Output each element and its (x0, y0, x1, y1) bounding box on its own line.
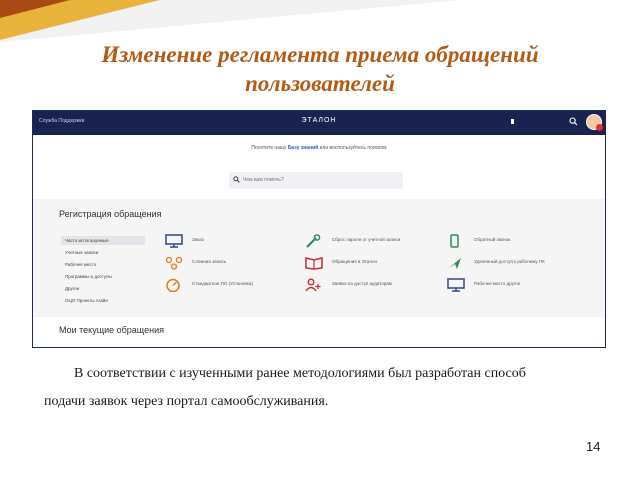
search-icon[interactable] (569, 117, 578, 126)
service-label: Заявка на доступ аудиторам (332, 281, 392, 286)
portal-search-box[interactable] (229, 172, 403, 189)
service-label: Обращения в Эталон (332, 259, 377, 264)
slide-body-text: В соответствии с изученными ранее методо… (44, 360, 604, 416)
notification-badge (596, 124, 603, 131)
wrench-icon (306, 234, 321, 248)
plane-icon (449, 258, 461, 269)
book-icon (305, 257, 323, 270)
slide-title: Изменение регламента приема обращений по… (40, 40, 600, 98)
knowledge-base-link[interactable]: Базу знаний (288, 145, 318, 151)
network-icon (165, 256, 183, 270)
page-number: 14 (586, 439, 601, 454)
service-label: Сложная запись (192, 259, 227, 264)
mouse-cursor-icon (511, 119, 514, 124)
registration-title: Регистрация обращения (59, 209, 162, 219)
current-requests-section: Мои текущие обращения (33, 317, 605, 347)
avatar[interactable] (586, 114, 603, 131)
display-icon (447, 278, 465, 292)
body-line-1: В соответствии с изученными ранее методо… (74, 366, 526, 381)
title-line-1: Изменение регламента приема обращений (101, 42, 539, 67)
category-item[interactable]: Учетные записи (61, 248, 145, 257)
service-label: Сброс пароля от учетной записи (332, 237, 401, 242)
knowledge-base-hint: Посетите нашу Базу знаний или воспользуй… (33, 145, 605, 151)
service-label: Удаленный доступ к рабочему ПК (474, 259, 545, 264)
monitor-icon (165, 234, 183, 248)
body-line-2: подачи заявок через портал самообслужива… (44, 394, 329, 409)
kb-suffix: или воспользуйтесь поиском (319, 145, 387, 151)
category-item[interactable]: Рабочее место (61, 260, 145, 269)
registration-section: Регистрация обращения Часто используемые… (33, 199, 605, 317)
current-requests-title: Мои текущие обращения (59, 325, 164, 335)
brand-logo[interactable]: ЭТАЛОН (33, 117, 605, 124)
category-item[interactable]: Другое (61, 284, 145, 293)
kb-prefix: Посетите нашу (251, 145, 287, 151)
phone-icon (450, 234, 459, 248)
service-label: Стандартное ПО (Установка) (192, 281, 253, 286)
search-input[interactable] (243, 175, 393, 185)
category-item[interactable]: Программы и доступы (61, 272, 145, 281)
portal-screenshot: Служба Поддержки ЭТАЛОН Посетите нашу Ба… (32, 110, 606, 348)
category-item[interactable]: Часто используемые (61, 236, 145, 245)
gauge-icon (166, 278, 180, 292)
service-label: Рабочее место другое (474, 281, 521, 286)
portal-topbar: Служба Поддержки ЭТАЛОН (33, 111, 605, 135)
service-label: Заказ (192, 237, 204, 242)
title-line-2: пользователей (245, 71, 395, 96)
add-user-icon (305, 278, 321, 292)
service-label: Обратный звонок (474, 237, 511, 242)
category-item[interactable]: ОЦО Проекты Агайн (61, 296, 145, 305)
search-icon (233, 176, 240, 183)
